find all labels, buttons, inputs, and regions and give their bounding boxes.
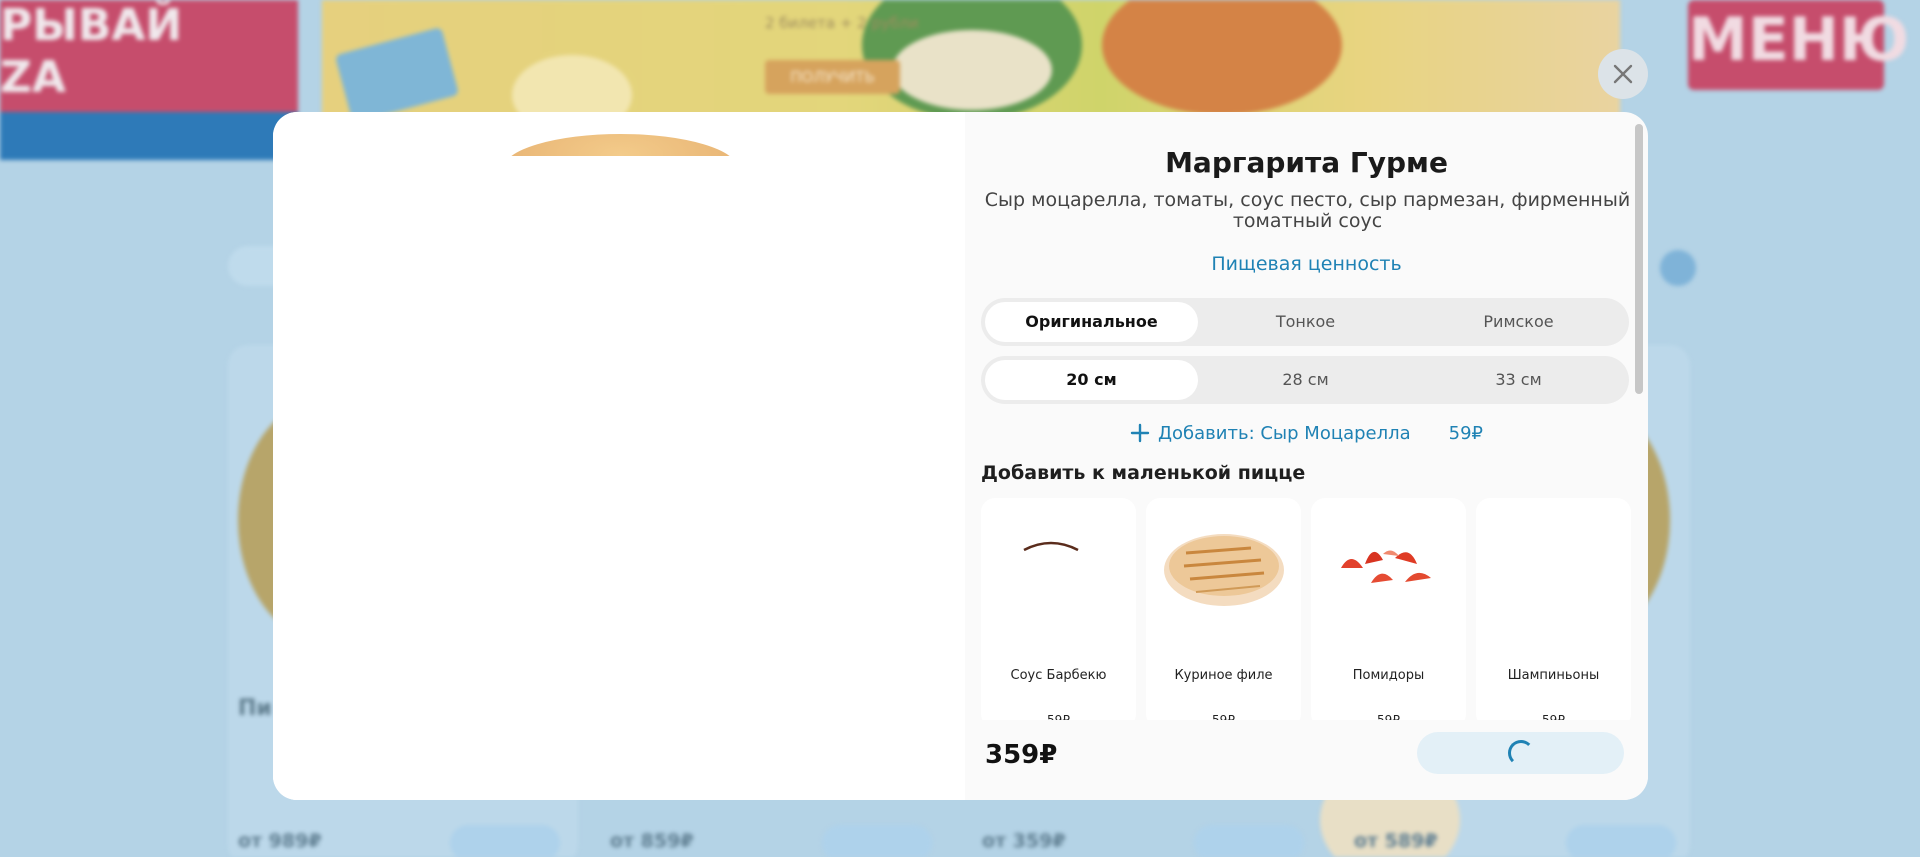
total-price: 359₽ xyxy=(985,740,1058,770)
dough-option-original[interactable]: Оригинальное xyxy=(985,302,1198,342)
product-price-bg: от 859₽ xyxy=(610,830,694,852)
topping-card-bbq-sauce[interactable]: Соус Барбекю 59₽ xyxy=(981,498,1136,728)
topping-name: Соус Барбекю xyxy=(1010,668,1107,683)
size-option-33[interactable]: 33 см xyxy=(1412,360,1625,400)
select-button-bg xyxy=(822,825,932,857)
promo-banner-note: 2 билета + 2 рубли xyxy=(765,14,919,32)
topping-name: Шампиньоны xyxy=(1507,668,1600,683)
dough-option-roman[interactable]: Римское xyxy=(1412,302,1625,342)
select-button-bg xyxy=(450,825,560,857)
topping-card-mushrooms[interactable]: Шампиньоны 59₽ xyxy=(1476,498,1631,728)
pizza-image-loading-area xyxy=(273,156,965,800)
product-title: Маргарита Гурме xyxy=(1165,146,1448,179)
product-description: Сыр моцарелла, томаты, соус песто, сыр п… xyxy=(984,189,1631,232)
add-cheese-label: Добавить: Сыр Моцарелла xyxy=(1157,422,1411,444)
category-scroll-button xyxy=(1660,250,1696,286)
topping-card-chicken-fillet[interactable]: Куриное филе 59₽ xyxy=(1146,498,1301,728)
close-icon xyxy=(1613,64,1633,84)
details-scrollbar[interactable] xyxy=(1635,124,1643,394)
promo-banner-left-strip xyxy=(0,112,298,160)
product-price-bg: от 359₽ xyxy=(982,830,1066,852)
loading-spinner-icon xyxy=(1507,740,1534,766)
nutrition-info-link[interactable]: Пищевая ценность xyxy=(965,253,1648,275)
topping-name: Помидоры xyxy=(1352,668,1425,683)
promo-banner-button: ПОЛУЧИТЬ xyxy=(765,60,900,94)
product-modal: Маргарита Гурме Сыр моцарелла, томаты, с… xyxy=(273,112,1648,800)
bbq-sauce-image xyxy=(1023,541,1079,552)
add-cheese-button[interactable]: Добавить: Сыр Моцарелла 59₽ xyxy=(965,418,1648,448)
promo-banner-left-text: РЫВАЙ ZA xyxy=(0,0,183,103)
product-price-bg: от 589₽ xyxy=(1354,830,1438,852)
mushrooms-image xyxy=(1486,508,1621,623)
product-card-title-bg: Пи xyxy=(238,696,272,721)
dough-selector: Оригинальное Тонкое Римское xyxy=(981,298,1629,346)
close-modal-button[interactable] xyxy=(1598,49,1648,99)
add-cheese-price: 59₽ xyxy=(1448,422,1484,444)
topping-name: Куриное филе xyxy=(1174,668,1273,683)
size-option-20[interactable]: 20 см xyxy=(985,360,1198,400)
modal-footer: 359₽ xyxy=(965,720,1648,800)
size-option-28[interactable]: 28 см xyxy=(1199,360,1412,400)
topping-card-tomatoes[interactable]: Помидоры 59₽ xyxy=(1311,498,1466,728)
menu-banner: МЕНЮ xyxy=(1688,0,1909,90)
dough-option-thin[interactable]: Тонкое xyxy=(1199,302,1412,342)
promo-banner-left: РЫВАЙ ZA xyxy=(0,0,298,160)
chicken-fillet-image xyxy=(1164,534,1284,606)
product-image-panel xyxy=(273,112,965,800)
plus-icon xyxy=(1130,423,1150,443)
select-button-bg xyxy=(1194,825,1304,857)
toppings-section-title: Добавить к маленькой пицце xyxy=(981,462,1306,484)
product-details-panel: Маргарита Гурме Сыр моцарелла, томаты, с… xyxy=(965,112,1648,800)
tomatoes-image xyxy=(1341,550,1431,583)
product-price-bg: от 989₽ xyxy=(238,830,322,852)
add-to-cart-button[interactable] xyxy=(1417,732,1624,774)
size-selector: 20 см 28 см 33 см xyxy=(981,356,1629,404)
select-button-bg xyxy=(1566,825,1676,857)
